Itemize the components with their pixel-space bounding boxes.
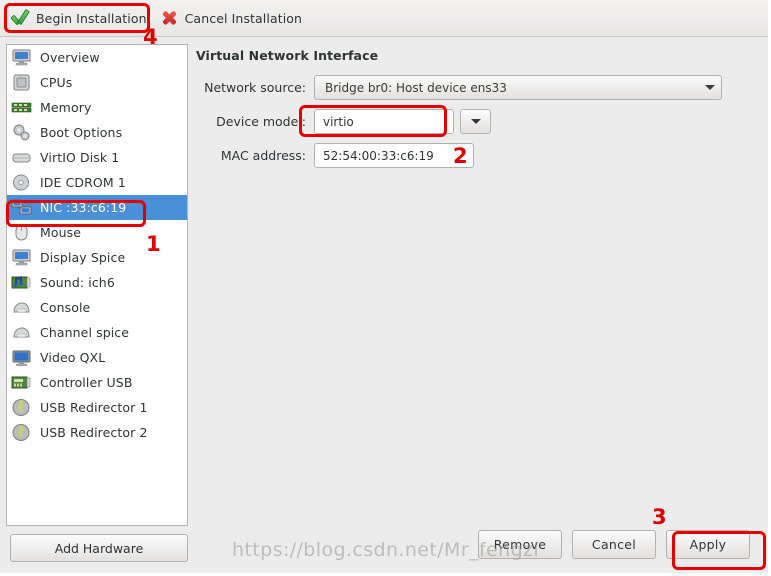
chevron-down-icon (705, 85, 715, 90)
soundcard-icon (11, 273, 33, 292)
network-source-value: Bridge br0: Host device ens33 (325, 80, 507, 95)
usb-icon (11, 423, 33, 442)
device-list-item[interactable]: Display Spice (7, 245, 187, 270)
video-icon (11, 348, 33, 367)
device-list-item-label: Channel spice (40, 325, 130, 340)
add-hardware-button[interactable]: Add Hardware (10, 534, 188, 562)
chevron-down-icon (470, 119, 481, 124)
virt-manager-window: Begin Installation Cancel Installation O… (0, 0, 771, 576)
device-list-item-label: Video QXL (40, 350, 106, 365)
device-model-label: Device model: (216, 114, 306, 129)
dialog-button-bar: Remove Cancel Apply (478, 530, 750, 559)
cancel-installation-label: Cancel Installation (184, 10, 303, 26)
begin-installation-label: Begin Installation (36, 10, 147, 26)
sidebar: Overview CPUs Memory Boot Options VirtIO Dis… (6, 44, 188, 562)
device-model-input[interactable]: virtio (314, 109, 454, 134)
device-list-item[interactable]: IDE CDROM 1 (7, 170, 187, 195)
apply-button[interactable]: Apply (666, 530, 750, 559)
annotation-number-3: 3 (652, 505, 667, 529)
page-title: Virtual Network Interface (196, 48, 379, 63)
network-source-select[interactable]: Bridge br0: Host device ens33 (314, 75, 722, 100)
mac-address-label: MAC address: (220, 148, 306, 163)
begin-installation-button[interactable]: Begin Installation (6, 5, 155, 31)
device-list-item[interactable]: Mouse (7, 220, 187, 245)
toolbar: Begin Installation Cancel Installation (0, 0, 768, 37)
device-list-item[interactable]: Sound: ich6 (7, 270, 187, 295)
virtual-network-interface-panel: Virtual Network Interface Network source… (196, 48, 756, 177)
device-list-item-label: VirtIO Disk 1 (40, 150, 120, 165)
device-list-item-label: Memory (40, 100, 92, 115)
cpu-chip-icon (11, 73, 33, 92)
device-list-item-label: USB Redirector 1 (40, 400, 148, 415)
device-list-item-label: Mouse (40, 225, 82, 240)
remove-button[interactable]: Remove (478, 530, 562, 559)
usb-icon (11, 398, 33, 417)
add-hardware-label: Add Hardware (54, 540, 144, 556)
device-list-item[interactable]: Controller USB (7, 370, 187, 395)
console-icon (11, 323, 33, 342)
monitor-icon (11, 248, 33, 267)
device-list-item-label: Console (40, 300, 91, 315)
mac-address-value: 52:54:00:33:c6:19 (323, 148, 434, 163)
network-source-label: Network source: (204, 80, 306, 95)
device-list-item[interactable]: USB Redirector 1 (7, 395, 187, 420)
harddisk-icon (11, 148, 33, 167)
device-list-item-label: Boot Options (40, 125, 123, 140)
device-model-dropdown-button[interactable] (460, 109, 491, 134)
gears-icon (11, 123, 33, 142)
cancel-button-label: Cancel (591, 537, 637, 552)
red-x-icon (159, 8, 179, 28)
cancel-installation-button[interactable]: Cancel Installation (155, 5, 310, 31)
device-list-item[interactable]: Console (7, 295, 187, 320)
apply-button-label: Apply (689, 537, 727, 552)
device-list-item[interactable]: CPUs (7, 70, 187, 95)
network-icon (11, 198, 33, 217)
device-list-item[interactable]: Channel spice (7, 320, 187, 345)
device-list-item-label: Display Spice (40, 250, 126, 265)
device-list-item-label: Controller USB (40, 375, 133, 390)
device-list-item[interactable]: VirtIO Disk 1 (7, 145, 187, 170)
device-list-item[interactable]: Boot Options (7, 120, 187, 145)
device-list-item-label: IDE CDROM 1 (40, 175, 126, 190)
mouse-icon (11, 223, 33, 242)
device-list-item[interactable]: Overview (7, 45, 187, 70)
device-list-item[interactable]: Video QXL (7, 345, 187, 370)
device-list-item-label: CPUs (40, 75, 73, 90)
device-list-item[interactable]: NIC :33:c6:19 (7, 195, 187, 220)
device-list-item-label: Overview (40, 50, 100, 65)
remove-button-label: Remove (493, 537, 547, 552)
device-list-item-label: Sound: ich6 (40, 275, 115, 290)
device-list-item-label: NIC :33:c6:19 (40, 200, 127, 215)
device-list-item[interactable]: Memory (7, 95, 187, 120)
device-list-item[interactable]: USB Redirector 2 (7, 420, 187, 445)
monitor-icon (11, 48, 33, 67)
mac-address-row: MAC address: 52:54:00:33:c6:19 (196, 143, 756, 168)
console-icon (11, 298, 33, 317)
device-list-item-label: USB Redirector 2 (40, 425, 148, 440)
cancel-button[interactable]: Cancel (572, 530, 656, 559)
green-check-icon (10, 8, 30, 28)
device-model-row: Device model: virtio (196, 109, 756, 134)
memory-icon (11, 98, 33, 117)
device-list[interactable]: Overview CPUs Memory Boot Options VirtIO Dis… (6, 44, 188, 526)
cdrom-icon (11, 173, 33, 192)
mac-address-input[interactable]: 52:54:00:33:c6:19 (314, 143, 474, 168)
usbcard-icon (11, 373, 33, 392)
network-source-row: Network source: Bridge br0: Host device … (196, 75, 756, 100)
device-model-value: virtio (323, 114, 354, 129)
